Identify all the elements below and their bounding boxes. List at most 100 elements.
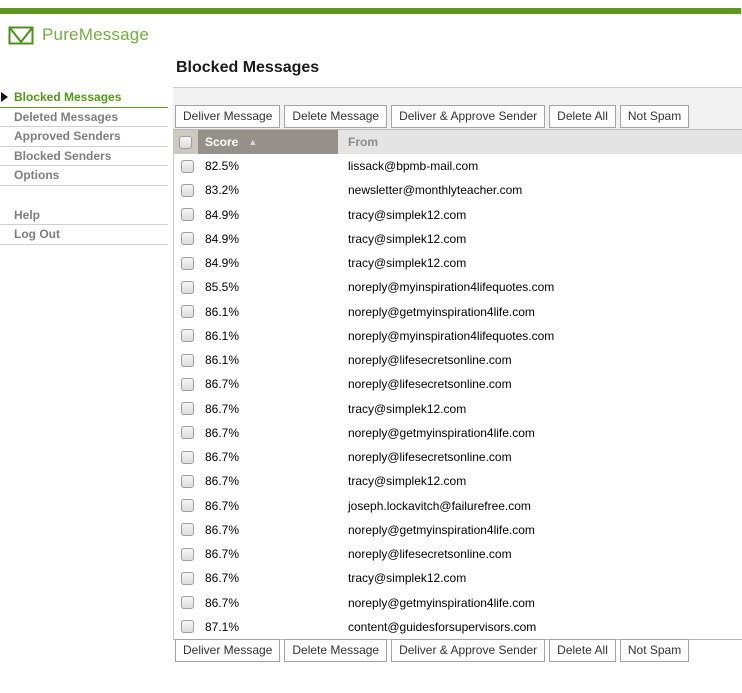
row-checkbox[interactable] xyxy=(181,354,194,367)
column-header-score[interactable]: Score ▲ xyxy=(198,130,338,154)
score-cell: 83.2% xyxy=(198,183,338,197)
table-row[interactable]: 83.2% newsletter@monthlyteacher.com xyxy=(174,178,742,202)
row-checkbox[interactable] xyxy=(181,208,194,221)
from-cell: tracy@simplek12.com xyxy=(338,256,742,270)
bottom-toolbar: Deliver MessageDelete MessageDeliver & A… xyxy=(173,639,742,662)
from-cell: tracy@simplek12.com xyxy=(338,402,742,416)
row-checkbox-cell xyxy=(174,305,198,318)
row-checkbox-cell xyxy=(174,208,198,221)
toolbar-button[interactable]: Delete All xyxy=(549,105,616,128)
table-row[interactable]: 85.5% noreply@myinspiration4lifequotes.c… xyxy=(174,275,742,299)
sidebar-item-label: Approved Senders xyxy=(14,127,121,145)
from-cell: tracy@simplek12.com xyxy=(338,208,742,222)
table-row[interactable]: 86.7% noreply@lifesecretsonline.com xyxy=(174,445,742,469)
score-cell: 86.7% xyxy=(198,402,338,416)
table-row[interactable]: 86.1% noreply@myinspiration4lifequotes.c… xyxy=(174,324,742,348)
row-checkbox-cell xyxy=(174,451,198,464)
toolbar-button[interactable]: Deliver Message xyxy=(175,639,280,662)
sidebar-item[interactable]: Options xyxy=(0,166,168,186)
row-checkbox[interactable] xyxy=(181,426,194,439)
brand-name: PureMessage xyxy=(42,25,149,45)
table-row[interactable]: 86.7% noreply@getmyinspiration4life.com xyxy=(174,591,742,615)
table-row[interactable]: 82.5% lissack@bpmb-mail.com xyxy=(174,154,742,178)
table-row[interactable]: 86.7% noreply@getmyinspiration4life.com xyxy=(174,421,742,445)
sidebar-item[interactable]: Help xyxy=(0,206,168,226)
score-cell: 82.5% xyxy=(198,159,338,173)
row-checkbox[interactable] xyxy=(181,475,194,488)
active-caret-icon xyxy=(1,92,8,102)
row-checkbox[interactable] xyxy=(181,232,194,245)
sidebar-item[interactable]: Blocked Messages xyxy=(0,88,168,108)
score-cell: 86.7% xyxy=(198,596,338,610)
toolbar-button[interactable]: Not Spam xyxy=(620,105,689,128)
row-checkbox[interactable] xyxy=(181,451,194,464)
column-header-from[interactable]: From xyxy=(338,130,742,154)
table-row[interactable]: 86.7% noreply@lifesecretsonline.com xyxy=(174,372,742,396)
toolbar-button[interactable]: Deliver Message xyxy=(175,105,280,128)
toolbar-button[interactable]: Not Spam xyxy=(620,639,689,662)
row-checkbox[interactable] xyxy=(181,572,194,585)
sidebar-item[interactable]: Log Out xyxy=(0,225,168,245)
from-cell: noreply@lifesecretsonline.com xyxy=(338,450,742,464)
table-row[interactable]: 87.1% content@guidesforsupervisors.com xyxy=(174,615,742,639)
row-checkbox[interactable] xyxy=(181,329,194,342)
score-cell: 86.7% xyxy=(198,571,338,585)
sidebar-item-label: Blocked Messages xyxy=(14,88,121,106)
page-title: Blocked Messages xyxy=(176,59,319,77)
row-checkbox[interactable] xyxy=(181,305,194,318)
sidebar-item-label: Log Out xyxy=(14,225,60,243)
row-checkbox-cell xyxy=(174,232,198,245)
toolbar-button[interactable]: Delete Message xyxy=(284,105,387,128)
table-row[interactable]: 86.1% noreply@getmyinspiration4life.com xyxy=(174,300,742,324)
toolbar-button[interactable]: Deliver & Approve Sender xyxy=(391,105,545,128)
from-cell: noreply@myinspiration4lifequotes.com xyxy=(338,280,742,294)
row-checkbox[interactable] xyxy=(181,523,194,536)
table-row[interactable]: 84.9% tracy@simplek12.com xyxy=(174,251,742,275)
row-checkbox[interactable] xyxy=(181,281,194,294)
from-cell: tracy@simplek12.com xyxy=(338,571,742,585)
table-body: 82.5% lissack@bpmb-mail.com 83.2% newsle… xyxy=(174,154,742,640)
score-cell: 86.7% xyxy=(198,499,338,513)
sidebar-item[interactable]: Approved Senders xyxy=(0,127,168,147)
from-cell: noreply@lifesecretsonline.com xyxy=(338,353,742,367)
score-cell: 86.7% xyxy=(198,474,338,488)
row-checkbox[interactable] xyxy=(181,184,194,197)
row-checkbox[interactable] xyxy=(181,257,194,270)
toolbar-button[interactable]: Delete All xyxy=(549,639,616,662)
row-checkbox-cell xyxy=(174,160,198,173)
sidebar-nav: Blocked Messages Deleted Messages Approv… xyxy=(0,88,168,245)
toolbar-button[interactable]: Deliver & Approve Sender xyxy=(391,639,545,662)
row-checkbox-cell xyxy=(174,548,198,561)
table-row[interactable]: 86.7% tracy@simplek12.com xyxy=(174,566,742,590)
row-checkbox[interactable] xyxy=(181,596,194,609)
from-cell: noreply@getmyinspiration4life.com xyxy=(338,305,742,319)
sidebar-item[interactable]: Deleted Messages xyxy=(0,108,168,128)
table-row[interactable]: 84.9% tracy@simplek12.com xyxy=(174,203,742,227)
table-row[interactable]: 84.9% tracy@simplek12.com xyxy=(174,227,742,251)
row-checkbox[interactable] xyxy=(181,548,194,561)
from-cell: newsletter@monthlyteacher.com xyxy=(338,183,742,197)
table-row[interactable]: 86.7% tracy@simplek12.com xyxy=(174,397,742,421)
sidebar-item-label: Deleted Messages xyxy=(14,108,118,126)
select-all-checkbox[interactable] xyxy=(179,136,192,149)
row-checkbox-cell xyxy=(174,184,198,197)
table-row[interactable]: 86.7% tracy@simplek12.com xyxy=(174,469,742,493)
sidebar-item[interactable]: Blocked Senders xyxy=(0,147,168,167)
table-row[interactable]: 86.7% noreply@getmyinspiration4life.com xyxy=(174,518,742,542)
row-checkbox[interactable] xyxy=(181,499,194,512)
from-cell: noreply@lifesecretsonline.com xyxy=(338,547,742,561)
from-cell: noreply@lifesecretsonline.com xyxy=(338,377,742,391)
from-cell: tracy@simplek12.com xyxy=(338,232,742,246)
row-checkbox[interactable] xyxy=(181,160,194,173)
row-checkbox-cell xyxy=(174,596,198,609)
row-checkbox[interactable] xyxy=(181,378,194,391)
from-cell: tracy@simplek12.com xyxy=(338,474,742,488)
score-cell: 86.7% xyxy=(198,523,338,537)
row-checkbox[interactable] xyxy=(181,402,194,415)
table-row[interactable]: 86.7% joseph.lockavitch@failurefree.com xyxy=(174,494,742,518)
toolbar-button[interactable]: Delete Message xyxy=(284,639,387,662)
from-cell: joseph.lockavitch@failurefree.com xyxy=(338,499,742,513)
row-checkbox[interactable] xyxy=(181,620,194,633)
table-row[interactable]: 86.7% noreply@lifesecretsonline.com xyxy=(174,542,742,566)
table-row[interactable]: 86.1% noreply@lifesecretsonline.com xyxy=(174,348,742,372)
